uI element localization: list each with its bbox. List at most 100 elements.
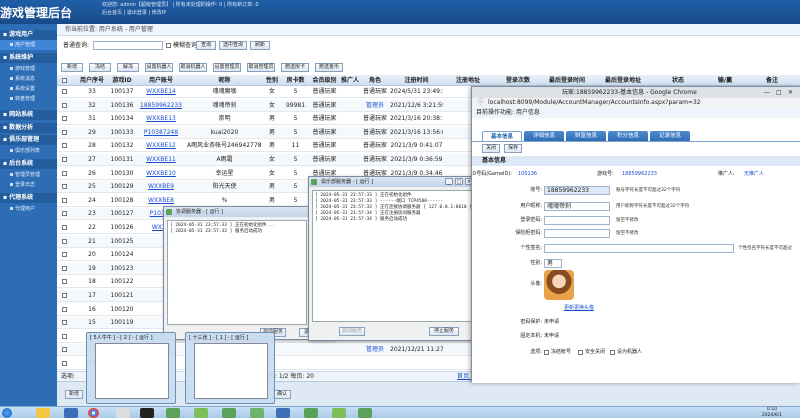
freeze-account-checkbox[interactable]: [544, 350, 549, 355]
account-link[interactable]: WXXBE8: [137, 195, 185, 206]
account-link[interactable]: WXXBE11: [137, 154, 185, 165]
toolbar-button[interactable]: 取消管理员: [247, 63, 275, 72]
server-icon[interactable]: [276, 408, 290, 418]
column-header[interactable]: 状态: [653, 75, 703, 86]
tab-0[interactable]: 基本信息: [482, 131, 522, 141]
chrome-titlebar[interactable]: 玩家:18859962233-基本信息 - Google Chrome — □ …: [472, 87, 800, 98]
row-checkbox[interactable]: [62, 306, 67, 312]
sidebar-group[interactable]: ▪ 俱乐部管理: [0, 135, 57, 145]
chrome-icon[interactable]: [88, 408, 99, 418]
sidebar-item[interactable]: 转盘管理: [0, 94, 57, 104]
column-header[interactable]: 注册时间: [390, 75, 443, 86]
query-button[interactable]: 查询: [196, 41, 216, 50]
account-link[interactable]: P10387248: [137, 127, 185, 138]
tab-3[interactable]: 积分信息: [608, 131, 648, 141]
minimize-icon[interactable]: —: [764, 87, 770, 98]
start-icon[interactable]: [2, 408, 12, 418]
row-checkbox[interactable]: [62, 102, 67, 108]
toolbar-button[interactable]: 新增: [61, 63, 83, 72]
toolbar-button[interactable]: 设置管理员: [213, 63, 241, 72]
row-checkbox[interactable]: [62, 197, 67, 203]
select-all-checkbox[interactable]: [62, 78, 67, 83]
server-icon[interactable]: [222, 408, 236, 418]
server-icon[interactable]: [304, 408, 318, 418]
club-start-button[interactable]: 启动服务: [339, 327, 365, 336]
row-checkbox[interactable]: [62, 116, 67, 122]
server-icon[interactable]: [250, 408, 264, 418]
server-icon[interactable]: [166, 408, 180, 418]
account-link[interactable]: WXXBE9: [137, 181, 185, 192]
column-header[interactable]: 用户账号: [137, 75, 185, 86]
bank-password-input[interactable]: [544, 229, 610, 238]
toolbar-button[interactable]: 解冻: [117, 63, 139, 72]
row-checkbox[interactable]: [62, 238, 67, 244]
column-header[interactable]: 游戏ID: [107, 75, 137, 86]
sidebar-item[interactable]: 系统设置: [0, 84, 57, 94]
row-checkbox[interactable]: [62, 361, 67, 366]
account-input[interactable]: 18859962233: [544, 186, 610, 195]
row-checkbox[interactable]: [62, 252, 67, 258]
gender-select[interactable]: 男: [544, 259, 562, 268]
sidebar-group[interactable]: ▪ 后台系统: [0, 159, 57, 169]
column-header[interactable]: 输/赢: [703, 75, 747, 86]
sidebar-item[interactable]: 用户管理: [0, 40, 57, 50]
account-link[interactable]: WXXBE10: [137, 168, 185, 179]
toolbar-button[interactable]: 取消机器人: [179, 63, 207, 72]
sidebar-item[interactable]: 代理用户: [0, 204, 57, 214]
app-icon[interactable]: [64, 408, 78, 418]
account-link[interactable]: WXXBE14: [137, 86, 185, 97]
chrome-url[interactable]: localhost:8099/Module/AccountManager/Acc…: [488, 98, 701, 108]
sidebar-item[interactable]: 登录日志: [0, 180, 57, 190]
column-header[interactable]: 用户序号: [77, 75, 107, 86]
sidebar-group[interactable]: ▪ 游戏用户: [0, 30, 57, 40]
club-stop-button[interactable]: 停止服务: [429, 327, 459, 336]
app-icon[interactable]: [116, 408, 130, 418]
server-icon[interactable]: [358, 408, 372, 418]
nickname-input[interactable]: 魂魂帝刹: [544, 202, 610, 211]
search-input[interactable]: [93, 41, 163, 50]
server-icon[interactable]: [332, 408, 346, 418]
bottom-add-button[interactable]: 新增: [65, 390, 83, 399]
bottom-confirm-button[interactable]: 确认: [273, 390, 291, 399]
column-header[interactable]: 角色: [360, 75, 390, 86]
choose-query-button[interactable]: 选中查询: [219, 41, 247, 50]
tab-4[interactable]: 记录信息: [650, 131, 690, 141]
row-checkbox[interactable]: [62, 347, 67, 353]
sidebar-item[interactable]: 游戏管理: [0, 64, 57, 74]
safe-close-checkbox[interactable]: [578, 350, 583, 355]
sidebar-item[interactable]: 俱乐部列表: [0, 146, 57, 156]
column-header[interactable]: 昵称: [187, 75, 262, 86]
minimize-icon[interactable]: _: [445, 178, 453, 185]
toolbar-button[interactable]: 设置机器人: [145, 63, 173, 72]
column-header[interactable]: 最后登录时间: [541, 75, 593, 86]
row-checkbox[interactable]: [62, 333, 67, 339]
terminal-icon[interactable]: [140, 408, 154, 418]
column-header[interactable]: 注册地址: [443, 75, 493, 86]
row-checkbox[interactable]: [62, 293, 67, 298]
login-password-input[interactable]: [544, 216, 610, 225]
row-checkbox[interactable]: [62, 265, 67, 271]
chrome-address-bar[interactable]: ⓘ localhost:8099/Module/AccountManager/A…: [472, 98, 800, 108]
close-button[interactable]: 关闭: [482, 144, 500, 153]
sidebar-group[interactable]: ▪ 数据分析: [0, 123, 57, 133]
maximize-icon[interactable]: □: [776, 87, 782, 98]
column-header[interactable]: 登录次数: [495, 75, 541, 86]
row-checkbox[interactable]: [62, 89, 67, 94]
toolbar-button[interactable]: 冻结: [89, 63, 111, 72]
account-link[interactable]: 18859962233: [137, 100, 185, 111]
account-link[interactable]: WXXBE12: [137, 140, 185, 151]
row-checkbox[interactable]: [62, 211, 67, 217]
sidebar-item[interactable]: 系统消息: [0, 74, 57, 84]
row-checkbox[interactable]: [62, 184, 67, 190]
row-checkbox[interactable]: [62, 170, 67, 176]
column-header[interactable]: 房卡数: [282, 75, 309, 86]
server-icon[interactable]: [194, 408, 208, 418]
refresh-button[interactable]: 刷新: [250, 41, 270, 50]
sidebar-group[interactable]: ▪ 网站系统: [0, 110, 57, 120]
save-button[interactable]: 保存: [504, 144, 522, 153]
row-checkbox[interactable]: [62, 129, 67, 135]
maximize-icon[interactable]: □: [455, 178, 463, 185]
close-icon[interactable]: ✕: [788, 87, 793, 98]
tab-2[interactable]: 财富信息: [566, 131, 606, 141]
folder-icon[interactable]: [36, 408, 50, 418]
